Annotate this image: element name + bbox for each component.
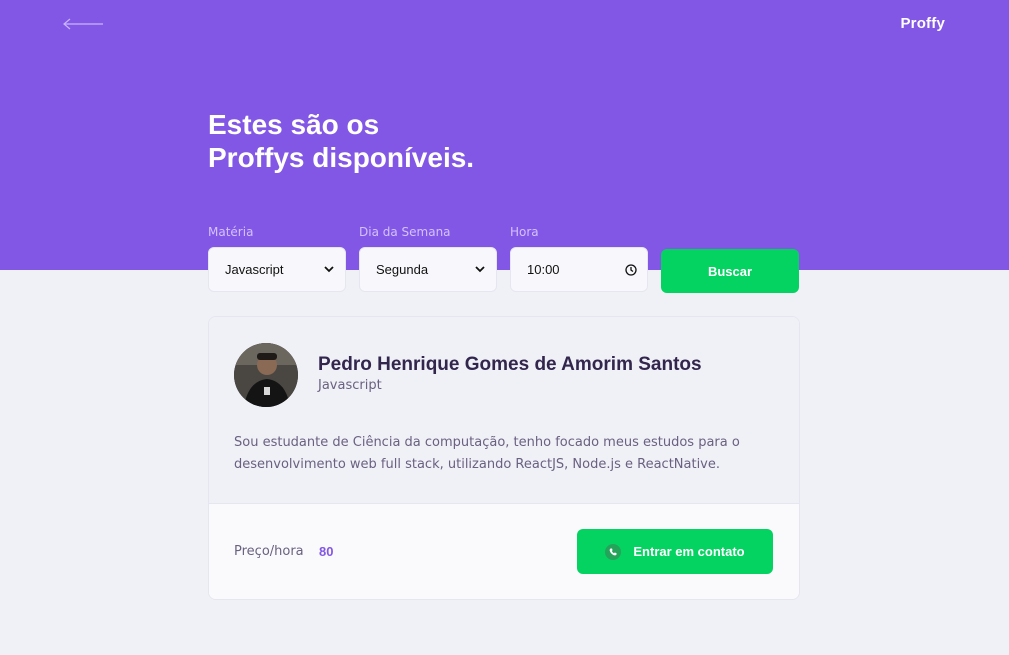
teacher-name: Pedro Henrique Gomes de Amorim Santos — [318, 354, 702, 375]
price-value: 80 — [319, 544, 334, 559]
teacher-card-footer: Preço/hora 80 Entrar em contato — [209, 503, 799, 599]
price-label: Preço/hora — [234, 544, 304, 559]
subject-select[interactable]: Javascript — [208, 247, 346, 292]
logo: Proffy — [900, 15, 945, 32]
page-title: Estes são os Proffys disponíveis. — [208, 108, 628, 174]
contact-button-label: Entrar em contato — [633, 544, 745, 559]
time-input-value: 10:00 — [527, 262, 560, 277]
arrow-left-icon — [62, 14, 104, 34]
teacher-card: Pedro Henrique Gomes de Amorim Santos Ja… — [208, 316, 800, 600]
chevron-down-icon — [323, 264, 335, 276]
time-label: Hora — [510, 225, 539, 239]
subject-select-value: Javascript — [225, 262, 284, 277]
search-button[interactable]: Buscar — [661, 249, 799, 293]
week-day-select[interactable]: Segunda — [359, 247, 497, 292]
clock-icon[interactable] — [625, 263, 637, 276]
contact-button[interactable]: Entrar em contato — [577, 529, 773, 574]
whatsapp-icon — [605, 543, 622, 560]
week-day-label: Dia da Semana — [359, 225, 451, 239]
teacher-card-body: Pedro Henrique Gomes de Amorim Santos Ja… — [209, 317, 799, 503]
chevron-down-icon — [474, 264, 486, 276]
time-input[interactable]: 10:00 — [510, 247, 648, 292]
page-title-line-1: Estes são os — [208, 109, 380, 140]
back-button[interactable] — [62, 14, 106, 34]
avatar — [234, 343, 298, 407]
page-title-line-2: Proffys disponíveis. — [208, 142, 475, 173]
week-day-select-value: Segunda — [376, 262, 429, 277]
teacher-bio: Sou estudante de Ciência da computação, … — [234, 435, 740, 472]
teacher-subject: Javascript — [318, 378, 382, 393]
subject-label: Matéria — [208, 225, 254, 239]
